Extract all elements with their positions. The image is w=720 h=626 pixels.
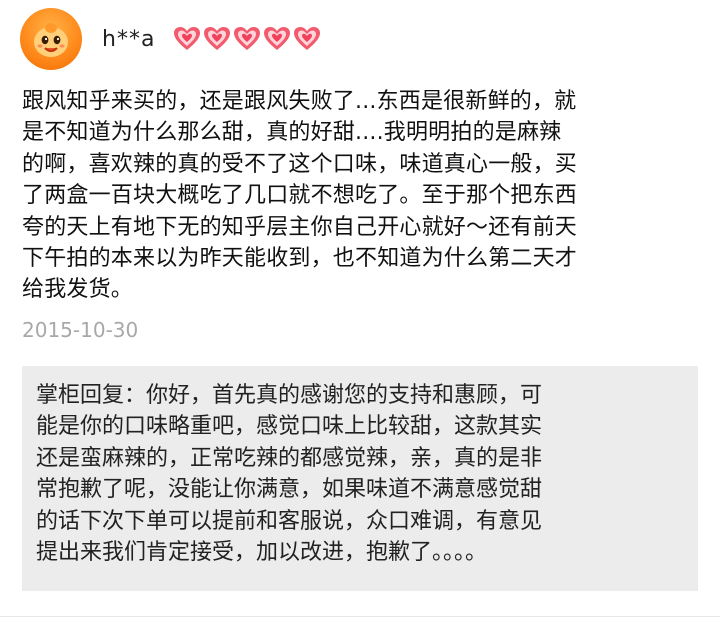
heart-icon: [264, 27, 291, 50]
mascot-icon: [34, 23, 68, 57]
review-comment-text: 跟风知乎来买的，还是跟风失败了...东西是很新鲜的，就 是不知道为什么那么甜，真…: [22, 89, 578, 303]
heart-icon: [174, 27, 201, 50]
heart-icon: [294, 27, 321, 50]
review-item: h**a 跟风知乎来买的，还是跟风失败了...东西是很新鲜的，就 是不知道为什么…: [0, 0, 720, 626]
buyer-level-badge: [173, 26, 323, 52]
avatar[interactable]: [20, 8, 82, 70]
heart-icon: [234, 27, 261, 50]
heart-icon: [204, 27, 231, 50]
username[interactable]: h**a: [102, 27, 155, 52]
seller-reply-box: 掌柜回复：你好，首先真的感谢您的支持和惠顾，可 能是你的口味略重吧，感觉口味上比…: [22, 366, 698, 591]
review-date: 2015-10-30: [22, 318, 139, 342]
divider: [0, 616, 720, 617]
review-header: h**a: [20, 8, 323, 70]
seller-reply-text: 掌柜回复：你好，首先真的感谢您的支持和惠顾，可 能是你的口味略重吧，感觉口味上比…: [36, 383, 543, 566]
